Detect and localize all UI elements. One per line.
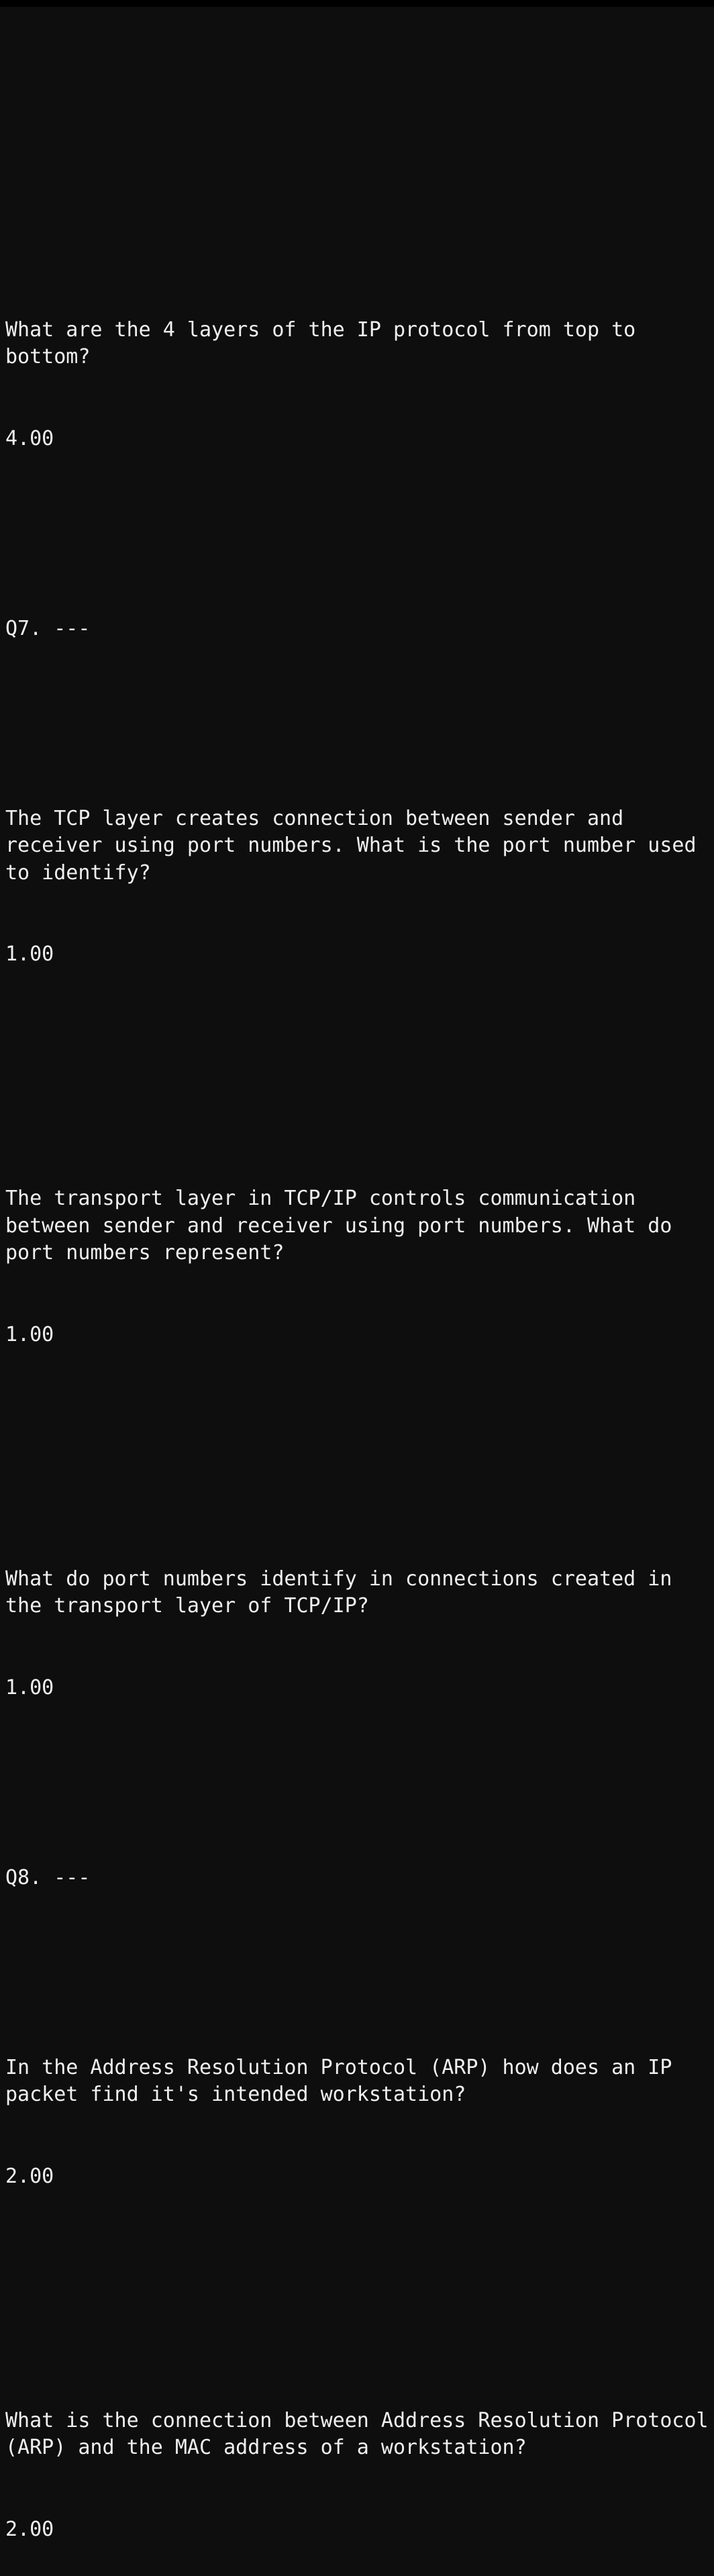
question-block: In the Address Resolution Protocol (ARP)… xyxy=(5,2000,709,2245)
question-score: 2.00 xyxy=(5,2516,709,2544)
question-text: What is the connection between Address R… xyxy=(5,2408,709,2462)
question-block: The transport layer in TCP/IP controls c… xyxy=(5,1131,709,1403)
document-content: What are the 4 layers of the IP protocol… xyxy=(5,168,709,2576)
section-header: Q7. --- xyxy=(5,615,709,643)
question-score: 2.00 xyxy=(5,2163,709,2191)
question-text: What do port numbers identify in connect… xyxy=(5,1566,709,1620)
question-block: What is the connection between Address R… xyxy=(5,2353,709,2576)
question-text: The TCP layer creates connection between… xyxy=(5,805,709,887)
question-block: The TCP layer creates connection between… xyxy=(5,751,709,1023)
question-text: In the Address Resolution Protocol (ARP)… xyxy=(5,2054,709,2109)
section-header: Q8. --- xyxy=(5,1865,709,1892)
question-score: 1.00 xyxy=(5,1675,709,1702)
top-bar xyxy=(0,0,714,7)
question-score: 4.00 xyxy=(5,426,709,453)
question-text: The transport layer in TCP/IP controls c… xyxy=(5,1185,709,1267)
question-text: What are the 4 layers of the IP protocol… xyxy=(5,317,709,371)
question-score: 1.00 xyxy=(5,1322,709,1349)
question-block: What do port numbers identify in connect… xyxy=(5,1512,709,1756)
question-block: What are the 4 layers of the IP protocol… xyxy=(5,262,709,507)
question-score: 1.00 xyxy=(5,941,709,969)
